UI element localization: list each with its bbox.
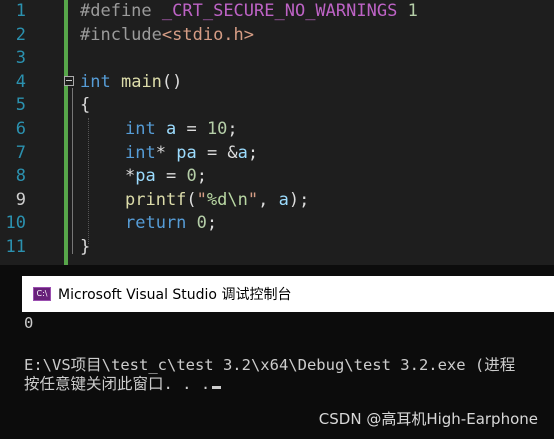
format-specifier: %d\n (206, 189, 248, 210)
include-header: <stdio.h> (161, 24, 255, 45)
line-number: 6 (15, 118, 26, 139)
code-line-7: int* pa = &a; (80, 142, 554, 166)
macro-name: _CRT_SECURE_NO_WARNINGS (161, 1, 398, 21)
string-quote: " (196, 189, 207, 210)
code-line-9: printf("%d\n", a); (80, 189, 554, 213)
paren-open: ( (186, 189, 197, 210)
variable: a (165, 118, 177, 139)
string-quote: " (247, 189, 259, 210)
semicolon: ; (227, 118, 238, 139)
code-line-11: } (80, 236, 554, 260)
code-line-8: *pa = 0; (80, 165, 554, 189)
paren-close: ); (288, 189, 310, 210)
return-keyword: return (125, 213, 187, 234)
operator: = (155, 166, 187, 187)
line-number: 11 (5, 236, 26, 257)
variable: a (237, 142, 248, 163)
text-cursor (212, 386, 222, 389)
pointer-star: * (155, 142, 166, 163)
number-literal: 0 (186, 166, 197, 187)
change-tracking-bar (64, 0, 68, 265)
line-number-active: 9 (15, 189, 26, 210)
code-line-1: #define _CRT_SECURE_NO_WARNINGS 1 (80, 0, 554, 24)
number-literal: 10 (206, 118, 228, 139)
close-brace: } (80, 236, 91, 257)
operator: = (176, 118, 207, 139)
code-line-10: return 0; (80, 212, 554, 236)
function-name: main (120, 71, 162, 92)
code-line-6: int a = 10; (80, 118, 554, 142)
type-keyword: int (125, 142, 156, 163)
variable: a (278, 189, 289, 210)
console-output-line: E:\VS项目\test_c\test 3.2\x64\Debug\test 3… (24, 356, 516, 374)
parens: () (161, 71, 183, 92)
number-literal: 1 (407, 1, 418, 21)
line-number: 1 (15, 1, 26, 21)
function-call: printf (125, 189, 187, 210)
operator: = & (196, 142, 238, 163)
line-number: 5 (15, 95, 26, 116)
number-literal: 0 (196, 213, 207, 234)
line-number: 7 (15, 142, 26, 163)
open-brace: { (80, 95, 91, 116)
collapse-icon[interactable] (64, 76, 74, 86)
preprocessor-directive: #define (80, 1, 152, 21)
code-lines[interactable]: #define _CRT_SECURE_NO_WARNINGS 1 #inclu… (80, 0, 554, 260)
line-numbers: 1 2 3 4 5 6 7 8 9 10 11 (0, 0, 26, 260)
preprocessor-directive: #include (80, 24, 162, 45)
code-line-4: int main() (80, 71, 554, 95)
variable: pa (135, 166, 156, 187)
console-output-line: 0 (24, 314, 34, 332)
line-number: 2 (15, 24, 26, 45)
console-app-icon: C:\ (33, 287, 51, 301)
type-keyword: int (125, 118, 156, 139)
variable: pa (176, 142, 197, 163)
semicolon: ; (247, 142, 259, 163)
code-line-5: { (80, 94, 554, 118)
console-title: Microsoft Visual Studio 调试控制台 (58, 287, 292, 303)
pointer-star: * (125, 166, 136, 187)
line-number: 4 (15, 71, 26, 92)
console-output-line: 按任意键关闭此窗口. . . (24, 375, 222, 394)
line-number: 3 (15, 48, 26, 69)
type-keyword: int (80, 71, 111, 92)
line-number: 8 (15, 166, 26, 187)
console-prompt-text: 按任意键关闭此窗口. . . (24, 375, 211, 393)
semicolon: ; (206, 213, 218, 234)
watermark: CSDN @高耳机High-Earphone (318, 410, 538, 428)
code-editor[interactable]: 1 2 3 4 5 6 7 8 9 10 11 #define _CRT_SEC… (0, 0, 554, 265)
console-icon-label: C:\ (36, 289, 48, 298)
editor-gutter: 1 2 3 4 5 6 7 8 9 10 11 (0, 0, 52, 265)
fold-guide-line (72, 88, 73, 254)
code-line-2: #include<stdio.h> (80, 24, 554, 48)
separator: , (258, 189, 279, 210)
line-number: 10 (5, 213, 26, 234)
semicolon: ; (196, 166, 207, 187)
console-titlebar[interactable]: C:\ Microsoft Visual Studio 调试控制台 (22, 276, 554, 312)
